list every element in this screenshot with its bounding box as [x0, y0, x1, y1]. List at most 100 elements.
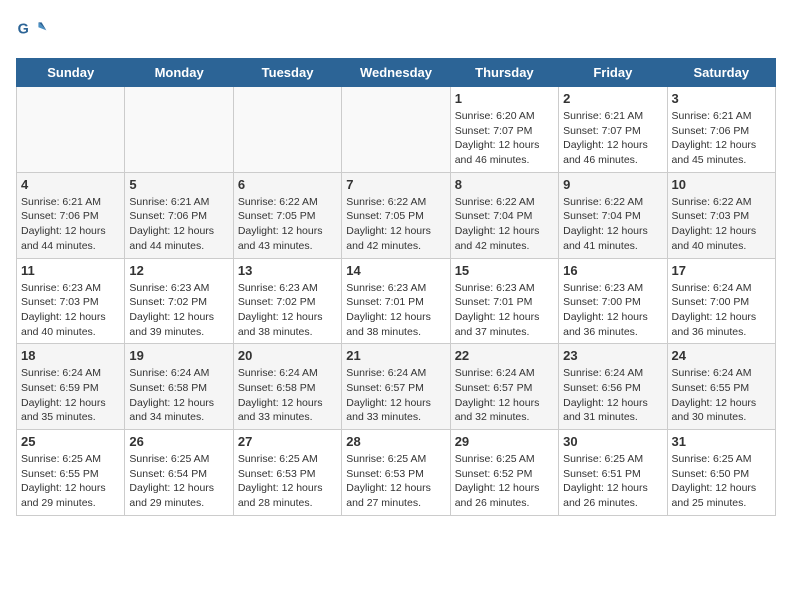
calendar-cell: 28Sunrise: 6:25 AM Sunset: 6:53 PM Dayli… — [342, 430, 450, 516]
calendar-cell: 1 Sunrise: 6:20 AM Sunset: 7:07 PM Daylig… — [450, 87, 558, 173]
day-info: Sunrise: 6:24 AM Sunset: 6:59 PM Dayligh… — [21, 366, 120, 425]
day-number: 4 — [21, 177, 120, 192]
day-number: 24 — [672, 348, 771, 363]
calendar-cell: 9 Sunrise: 6:22 AM Sunset: 7:04 PM Daylig… — [559, 172, 667, 258]
day-number: 13 — [238, 263, 337, 278]
day-number: 1 — [455, 91, 554, 106]
day-number: 17 — [672, 263, 771, 278]
calendar-cell: 25 Sunrise: 6:25 AM Sunset: 6:55 PM Dayli… — [17, 430, 125, 516]
day-info: Sunrise: 6:24 AM Sunset: 6:55 PM Dayligh… — [672, 366, 771, 425]
calendar-week-row: 11 Sunrise: 6:23 AM Sunset: 7:03 PM Dayli… — [17, 258, 776, 344]
day-info: Sunrise: 6:23 AM Sunset: 7:03 PM Dayligh… — [21, 281, 120, 340]
calendar-cell: 19 Sunrise: 6:24 AM Sunset: 6:58 PM Dayli… — [125, 344, 233, 430]
calendar-cell: 20 Sunrise: 6:24 AM Sunset: 6:58 PM Dayli… — [233, 344, 341, 430]
day-info: Sunrise: 6:24 AM Sunset: 6:56 PM Dayligh… — [563, 366, 662, 425]
calendar-header-row: SundayMondayTuesdayWednesdayThursdayFrid… — [17, 59, 776, 87]
day-info: Sunrise: 6:25 AM Sunset: 6:50 PM Dayligh… — [672, 452, 771, 511]
day-info: Sunrise: 6:21 AM Sunset: 7:06 PM Dayligh… — [21, 195, 120, 254]
day-number: 22 — [455, 348, 554, 363]
day-number: 26 — [129, 434, 228, 449]
day-number: 6 — [238, 177, 337, 192]
calendar-cell: 5 Sunrise: 6:21 AM Sunset: 7:06 PM Daylig… — [125, 172, 233, 258]
day-info: Sunrise: 6:24 AM Sunset: 7:00 PM Dayligh… — [672, 281, 771, 340]
svg-text:G: G — [18, 22, 29, 38]
day-info: Sunrise: 6:24 AM Sunset: 6:58 PM Dayligh… — [238, 366, 337, 425]
calendar-cell: 13 Sunrise: 6:23 AM Sunset: 7:02 PM Dayli… — [233, 258, 341, 344]
calendar-cell: 10 Sunrise: 6:22 AM Sunset: 7:03 PM Dayli… — [667, 172, 775, 258]
calendar-cell: 29Sunrise: 6:25 AM Sunset: 6:52 PM Dayli… — [450, 430, 558, 516]
day-info: Sunrise: 6:23 AM Sunset: 7:02 PM Dayligh… — [238, 281, 337, 340]
day-number: 20 — [238, 348, 337, 363]
calendar-cell: 31 Sunrise: 6:25 AM Sunset: 6:50 PM Dayli… — [667, 430, 775, 516]
day-of-week-header: Saturday — [667, 59, 775, 87]
calendar-cell: 8 Sunrise: 6:22 AM Sunset: 7:04 PM Daylig… — [450, 172, 558, 258]
day-number: 8 — [455, 177, 554, 192]
calendar-cell — [17, 87, 125, 173]
calendar-cell: 15 Sunrise: 6:23 AM Sunset: 7:01 PM Dayli… — [450, 258, 558, 344]
day-number: 18 — [21, 348, 120, 363]
day-number: 23 — [563, 348, 662, 363]
calendar-cell: 22 Sunrise: 6:24 AM Sunset: 6:57 PM Dayli… — [450, 344, 558, 430]
day-info: Sunrise: 6:25 AM Sunset: 6:52 PM Dayligh… — [455, 452, 554, 511]
calendar-cell: 18 Sunrise: 6:24 AM Sunset: 6:59 PM Dayli… — [17, 344, 125, 430]
calendar-week-row: 4 Sunrise: 6:21 AM Sunset: 7:06 PM Daylig… — [17, 172, 776, 258]
day-number: 3 — [672, 91, 771, 106]
day-number: 16 — [563, 263, 662, 278]
day-number: 11 — [21, 263, 120, 278]
header: G — [16, 16, 776, 48]
day-number: 31 — [672, 434, 771, 449]
day-number: 10 — [672, 177, 771, 192]
day-number: 15 — [455, 263, 554, 278]
calendar-cell: 16Sunrise: 6:23 AM Sunset: 7:00 PM Dayli… — [559, 258, 667, 344]
calendar-cell: 26 Sunrise: 6:25 AM Sunset: 6:54 PM Dayli… — [125, 430, 233, 516]
calendar-cell — [233, 87, 341, 173]
calendar-cell — [342, 87, 450, 173]
day-info: Sunrise: 6:25 AM Sunset: 6:53 PM Dayligh… — [238, 452, 337, 511]
day-of-week-header: Monday — [125, 59, 233, 87]
day-number: 5 — [129, 177, 228, 192]
calendar-cell: 4 Sunrise: 6:21 AM Sunset: 7:06 PM Daylig… — [17, 172, 125, 258]
day-of-week-header: Wednesday — [342, 59, 450, 87]
logo: G — [16, 16, 52, 48]
day-number: 9 — [563, 177, 662, 192]
day-info: Sunrise: 6:20 AM Sunset: 7:07 PM Dayligh… — [455, 109, 554, 168]
day-of-week-header: Friday — [559, 59, 667, 87]
day-info: Sunrise: 6:24 AM Sunset: 6:57 PM Dayligh… — [455, 366, 554, 425]
day-number: 28 — [346, 434, 445, 449]
calendar-cell: 11 Sunrise: 6:23 AM Sunset: 7:03 PM Dayli… — [17, 258, 125, 344]
calendar-week-row: 18 Sunrise: 6:24 AM Sunset: 6:59 PM Dayli… — [17, 344, 776, 430]
calendar-week-row: 25 Sunrise: 6:25 AM Sunset: 6:55 PM Dayli… — [17, 430, 776, 516]
day-info: Sunrise: 6:21 AM Sunset: 7:06 PM Dayligh… — [129, 195, 228, 254]
day-info: Sunrise: 6:21 AM Sunset: 7:07 PM Dayligh… — [563, 109, 662, 168]
day-number: 19 — [129, 348, 228, 363]
day-number: 7 — [346, 177, 445, 192]
calendar-cell: 2Sunrise: 6:21 AM Sunset: 7:07 PM Daylig… — [559, 87, 667, 173]
day-number: 25 — [21, 434, 120, 449]
day-number: 27 — [238, 434, 337, 449]
day-info: Sunrise: 6:23 AM Sunset: 7:02 PM Dayligh… — [129, 281, 228, 340]
day-info: Sunrise: 6:22 AM Sunset: 7:04 PM Dayligh… — [563, 195, 662, 254]
day-info: Sunrise: 6:22 AM Sunset: 7:05 PM Dayligh… — [346, 195, 445, 254]
day-of-week-header: Tuesday — [233, 59, 341, 87]
day-info: Sunrise: 6:25 AM Sunset: 6:51 PM Dayligh… — [563, 452, 662, 511]
day-info: Sunrise: 6:23 AM Sunset: 7:01 PM Dayligh… — [346, 281, 445, 340]
day-number: 30 — [563, 434, 662, 449]
calendar-cell: 7 Sunrise: 6:22 AM Sunset: 7:05 PM Daylig… — [342, 172, 450, 258]
day-info: Sunrise: 6:21 AM Sunset: 7:06 PM Dayligh… — [672, 109, 771, 168]
logo-icon: G — [16, 16, 48, 48]
day-info: Sunrise: 6:22 AM Sunset: 7:03 PM Dayligh… — [672, 195, 771, 254]
day-info: Sunrise: 6:24 AM Sunset: 6:58 PM Dayligh… — [129, 366, 228, 425]
calendar-cell: 17 Sunrise: 6:24 AM Sunset: 7:00 PM Dayli… — [667, 258, 775, 344]
calendar-cell: 3 Sunrise: 6:21 AM Sunset: 7:06 PM Daylig… — [667, 87, 775, 173]
day-of-week-header: Thursday — [450, 59, 558, 87]
day-number: 12 — [129, 263, 228, 278]
day-info: Sunrise: 6:25 AM Sunset: 6:55 PM Dayligh… — [21, 452, 120, 511]
calendar-cell: 21 Sunrise: 6:24 AM Sunset: 6:57 PM Dayli… — [342, 344, 450, 430]
day-info: Sunrise: 6:24 AM Sunset: 6:57 PM Dayligh… — [346, 366, 445, 425]
day-info: Sunrise: 6:25 AM Sunset: 6:54 PM Dayligh… — [129, 452, 228, 511]
day-info: Sunrise: 6:23 AM Sunset: 7:01 PM Dayligh… — [455, 281, 554, 340]
day-number: 21 — [346, 348, 445, 363]
day-info: Sunrise: 6:22 AM Sunset: 7:04 PM Dayligh… — [455, 195, 554, 254]
day-of-week-header: Sunday — [17, 59, 125, 87]
calendar-cell: 24 Sunrise: 6:24 AM Sunset: 6:55 PM Dayli… — [667, 344, 775, 430]
